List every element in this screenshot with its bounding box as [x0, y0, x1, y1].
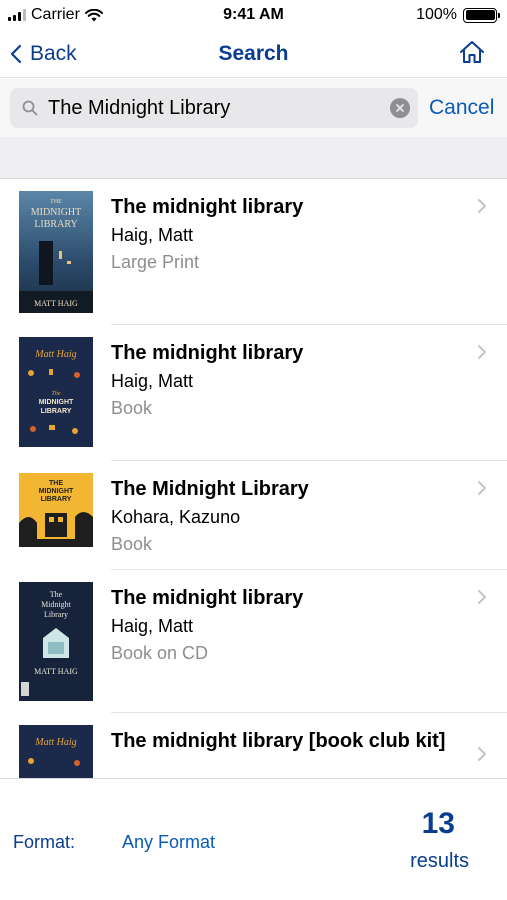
chevron-right-icon: [478, 747, 486, 761]
item-author: Kohara, Kazuno: [111, 507, 241, 527]
cover-art: THE MIDNIGHT LIBRARY: [19, 473, 93, 547]
back-label: Back: [30, 41, 77, 65]
search-area: Cancel: [0, 79, 507, 137]
item-author: Haig, Matt: [111, 616, 194, 636]
book-cover-image: Matt Haig The MIDNIGHT LIBRARY: [19, 337, 93, 447]
list-item[interactable]: THE MIDNIGHT LIBRARY MATT HAIG The midni…: [0, 179, 507, 325]
item-format: Book on CD: [111, 643, 209, 663]
list-item[interactable]: THE MIDNIGHT LIBRARY The Midnight Librar…: [0, 461, 507, 570]
close-icon: [396, 104, 404, 112]
chevron-right-icon: [478, 199, 486, 213]
status-bar: Carrier 9:41 AM 100%: [0, 0, 507, 30]
svg-text:THE: THE: [49, 480, 63, 487]
book-cover-image: THE MIDNIGHT LIBRARY MATT HAIG: [19, 191, 93, 313]
item-format: Book: [111, 398, 153, 418]
book-cover-image: The Midnight Library MATT HAIG: [19, 582, 93, 701]
item-format: Large Print: [111, 252, 200, 272]
book-cover-image: Matt Haig: [19, 725, 93, 778]
results-label: results: [410, 850, 469, 872]
nav-bar: Back Search: [0, 30, 507, 78]
svg-text:MIDNIGHT: MIDNIGHT: [39, 399, 74, 406]
list-item[interactable]: The Midnight Library MATT HAIG The midni…: [0, 570, 507, 713]
svg-text:The: The: [52, 391, 61, 397]
cancel-button[interactable]: Cancel: [429, 96, 494, 120]
svg-text:MATT HAIG: MATT HAIG: [34, 667, 78, 676]
carrier-label: Carrier: [31, 6, 80, 23]
item-text: The midnight library [book club kit]: [111, 727, 467, 756]
item-title: The midnight library: [111, 342, 304, 364]
cover-art: Matt Haig: [19, 725, 93, 778]
svg-text:The: The: [50, 590, 63, 599]
cover-art: The Midnight Library MATT HAIG: [19, 582, 93, 701]
format-filter-button[interactable]: Any Format: [122, 832, 215, 853]
battery-icon: [463, 7, 500, 23]
item-author: Haig, Matt: [111, 225, 194, 245]
list-item[interactable]: Matt Haig The MIDNIGHT LIBRARY The midni…: [0, 325, 507, 461]
item-title: The midnight library [book club kit]: [111, 730, 446, 752]
book-cover-image: THE MIDNIGHT LIBRARY: [19, 473, 93, 547]
signal-icon: [8, 9, 26, 21]
format-label: Format:: [13, 832, 76, 852]
item-text: The midnight library Haig, Matt Book: [111, 339, 467, 422]
list-item[interactable]: Matt Haig The midnight library [book clu…: [0, 713, 507, 778]
item-text: The midnight library Haig, Matt Large Pr…: [111, 193, 467, 276]
results-count: 13: [421, 807, 455, 840]
home-button[interactable]: [459, 40, 485, 69]
svg-text:LIBRARY: LIBRARY: [41, 496, 72, 503]
home-icon: [460, 41, 484, 63]
cover-art: Matt Haig The MIDNIGHT LIBRARY: [19, 337, 93, 447]
svg-text:LIBRARY: LIBRARY: [34, 219, 77, 230]
cover-art: THE MIDNIGHT LIBRARY MATT HAIG: [19, 191, 93, 313]
svg-text:MIDNIGHT: MIDNIGHT: [39, 488, 74, 495]
svg-text:Library: Library: [44, 610, 68, 619]
status-left: Carrier: [8, 6, 103, 24]
wifi-icon: [84, 8, 103, 21]
chevron-left-icon: [10, 44, 22, 63]
svg-text:Midnight: Midnight: [41, 600, 72, 609]
item-title: The midnight library: [111, 196, 304, 218]
results-list[interactable]: THE MIDNIGHT LIBRARY MATT HAIG The midni…: [0, 179, 507, 778]
search-field[interactable]: [10, 88, 418, 128]
item-author: Haig, Matt: [111, 371, 194, 391]
results-footer: Format: Any Format 13 results: [0, 778, 507, 900]
svg-text:Matt Haig: Matt Haig: [34, 349, 76, 360]
chevron-right-icon: [478, 345, 486, 359]
status-right: 100%: [416, 6, 500, 24]
svg-text:MATT HAIG: MATT HAIG: [34, 299, 78, 308]
results-header-band: [0, 137, 507, 179]
clear-search-button[interactable]: [390, 98, 410, 118]
battery-percent: 100%: [416, 6, 457, 23]
search-icon: [22, 100, 38, 116]
svg-text:MIDNIGHT: MIDNIGHT: [31, 207, 82, 218]
item-title: The Midnight Library: [111, 478, 309, 500]
svg-text:Matt Haig: Matt Haig: [34, 737, 76, 748]
chevron-right-icon: [478, 481, 486, 495]
item-text: The Midnight Library Kohara, Kazuno Book: [111, 475, 467, 558]
item-format: Book: [111, 534, 153, 554]
back-button[interactable]: Back: [10, 42, 77, 66]
svg-text:LIBRARY: LIBRARY: [41, 408, 72, 415]
item-title: The midnight library: [111, 587, 304, 609]
svg-text:THE: THE: [50, 199, 62, 205]
search-input[interactable]: [48, 96, 390, 120]
item-text: The midnight library Haig, Matt Book on …: [111, 584, 467, 667]
chevron-right-icon: [478, 590, 486, 604]
